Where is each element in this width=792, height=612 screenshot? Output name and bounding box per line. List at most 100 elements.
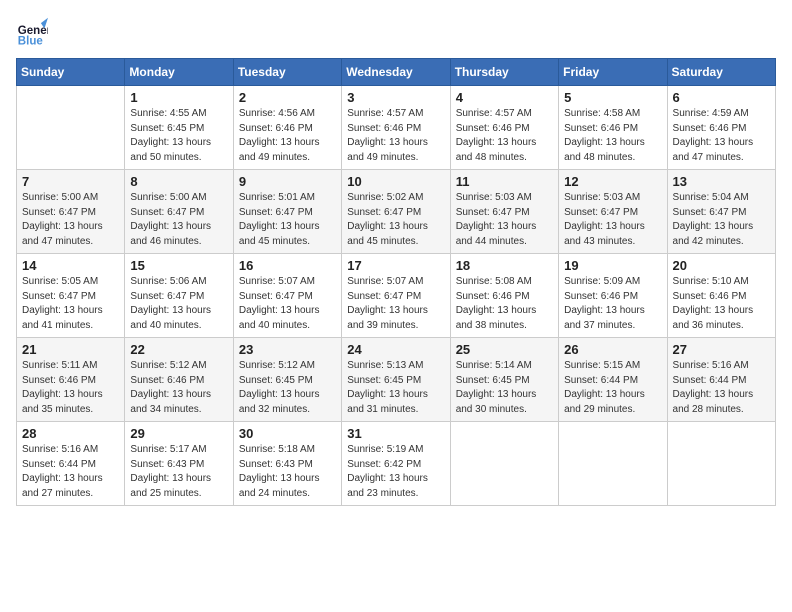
- calendar-cell: 22 Sunrise: 5:12 AM Sunset: 6:46 PM Dayli…: [125, 338, 233, 422]
- calendar-cell: 3 Sunrise: 4:57 AM Sunset: 6:46 PM Daylig…: [342, 86, 450, 170]
- calendar-week-2: 7 Sunrise: 5:00 AM Sunset: 6:47 PM Daylig…: [17, 170, 776, 254]
- calendar-cell: [17, 86, 125, 170]
- page-header: General Blue: [16, 16, 776, 48]
- svg-text:Blue: Blue: [18, 35, 44, 47]
- calendar-table: SundayMondayTuesdayWednesdayThursdayFrid…: [16, 58, 776, 506]
- calendar-cell: 29 Sunrise: 5:17 AM Sunset: 6:43 PM Dayli…: [125, 422, 233, 506]
- day-info: Sunrise: 4:57 AM Sunset: 6:46 PM Dayligh…: [347, 107, 444, 165]
- calendar-cell: 31 Sunrise: 5:19 AM Sunset: 6:42 PM Dayli…: [342, 422, 450, 506]
- day-info: Sunrise: 5:05 AM Sunset: 6:47 PM Dayligh…: [22, 275, 119, 333]
- calendar-cell: 12Sunrise: 5:03 AM Sunset: 6:47 PM Dayli…: [559, 170, 667, 254]
- day-info: Sunrise: 5:00 AM Sunset: 6:47 PM Dayligh…: [22, 191, 119, 249]
- calendar-cell: 27 Sunrise: 5:16 AM Sunset: 6:44 PM Dayli…: [667, 338, 775, 422]
- calendar-cell: 25 Sunrise: 5:14 AM Sunset: 6:45 PM Dayli…: [450, 338, 558, 422]
- calendar-cell: 4 Sunrise: 4:57 AM Sunset: 6:46 PM Daylig…: [450, 86, 558, 170]
- calendar-cell: [667, 422, 775, 506]
- weekday-header-monday: Monday: [125, 59, 233, 86]
- day-info: Sunrise: 5:16 AM Sunset: 6:44 PM Dayligh…: [673, 359, 770, 417]
- calendar-cell: [559, 422, 667, 506]
- day-info: Sunrise: 5:11 AM Sunset: 6:46 PM Dayligh…: [22, 359, 119, 417]
- calendar-cell: 14 Sunrise: 5:05 AM Sunset: 6:47 PM Dayli…: [17, 254, 125, 338]
- day-info: Sunrise: 4:55 AM Sunset: 6:45 PM Dayligh…: [130, 107, 227, 165]
- day-info: Sunrise: 5:13 AM Sunset: 6:45 PM Dayligh…: [347, 359, 444, 417]
- day-number: 22: [130, 342, 227, 357]
- day-info: Sunrise: 5:06 AM Sunset: 6:47 PM Dayligh…: [130, 275, 227, 333]
- day-number: 5: [564, 90, 661, 105]
- day-number: 8: [130, 174, 227, 189]
- day-number: 31: [347, 426, 444, 441]
- day-number: 14: [22, 258, 119, 273]
- calendar-cell: 8Sunrise: 5:00 AM Sunset: 6:47 PM Daylig…: [125, 170, 233, 254]
- calendar-cell: 26 Sunrise: 5:15 AM Sunset: 6:44 PM Dayli…: [559, 338, 667, 422]
- day-number: 4: [456, 90, 553, 105]
- calendar-cell: 16 Sunrise: 5:07 AM Sunset: 6:47 PM Dayli…: [233, 254, 341, 338]
- day-info: Sunrise: 5:04 AM Sunset: 6:47 PM Dayligh…: [673, 191, 770, 249]
- day-info: Sunrise: 5:12 AM Sunset: 6:46 PM Dayligh…: [130, 359, 227, 417]
- day-info: Sunrise: 5:03 AM Sunset: 6:47 PM Dayligh…: [564, 191, 661, 249]
- weekday-header-wednesday: Wednesday: [342, 59, 450, 86]
- day-number: 29: [130, 426, 227, 441]
- day-info: Sunrise: 4:57 AM Sunset: 6:46 PM Dayligh…: [456, 107, 553, 165]
- day-info: Sunrise: 5:02 AM Sunset: 6:47 PM Dayligh…: [347, 191, 444, 249]
- calendar-week-1: 1 Sunrise: 4:55 AM Sunset: 6:45 PM Daylig…: [17, 86, 776, 170]
- day-number: 17: [347, 258, 444, 273]
- logo-icon: General Blue: [16, 16, 48, 48]
- calendar-cell: 6 Sunrise: 4:59 AM Sunset: 6:46 PM Daylig…: [667, 86, 775, 170]
- day-info: Sunrise: 4:56 AM Sunset: 6:46 PM Dayligh…: [239, 107, 336, 165]
- calendar-cell: 28 Sunrise: 5:16 AM Sunset: 6:44 PM Dayli…: [17, 422, 125, 506]
- calendar-cell: 11Sunrise: 5:03 AM Sunset: 6:47 PM Dayli…: [450, 170, 558, 254]
- weekday-header-sunday: Sunday: [17, 59, 125, 86]
- calendar-cell: 2 Sunrise: 4:56 AM Sunset: 6:46 PM Daylig…: [233, 86, 341, 170]
- day-number: 3: [347, 90, 444, 105]
- calendar-cell: 18 Sunrise: 5:08 AM Sunset: 6:46 PM Dayli…: [450, 254, 558, 338]
- calendar-cell: [450, 422, 558, 506]
- day-number: 18: [456, 258, 553, 273]
- day-number: 27: [673, 342, 770, 357]
- calendar-cell: 10 Sunrise: 5:02 AM Sunset: 6:47 PM Dayli…: [342, 170, 450, 254]
- day-info: Sunrise: 5:08 AM Sunset: 6:46 PM Dayligh…: [456, 275, 553, 333]
- day-info: Sunrise: 5:09 AM Sunset: 6:46 PM Dayligh…: [564, 275, 661, 333]
- weekday-header-thursday: Thursday: [450, 59, 558, 86]
- day-number: 16: [239, 258, 336, 273]
- calendar-cell: 17 Sunrise: 5:07 AM Sunset: 6:47 PM Dayli…: [342, 254, 450, 338]
- day-info: Sunrise: 5:07 AM Sunset: 6:47 PM Dayligh…: [347, 275, 444, 333]
- calendar-cell: 13 Sunrise: 5:04 AM Sunset: 6:47 PM Dayli…: [667, 170, 775, 254]
- day-number: 1: [130, 90, 227, 105]
- calendar-cell: 9Sunrise: 5:01 AM Sunset: 6:47 PM Daylig…: [233, 170, 341, 254]
- day-number: 26: [564, 342, 661, 357]
- day-info: Sunrise: 5:16 AM Sunset: 6:44 PM Dayligh…: [22, 443, 119, 501]
- calendar-week-5: 28 Sunrise: 5:16 AM Sunset: 6:44 PM Dayli…: [17, 422, 776, 506]
- day-info: Sunrise: 5:07 AM Sunset: 6:47 PM Dayligh…: [239, 275, 336, 333]
- day-number: 6: [673, 90, 770, 105]
- day-number: 25: [456, 342, 553, 357]
- calendar-cell: 1 Sunrise: 4:55 AM Sunset: 6:45 PM Daylig…: [125, 86, 233, 170]
- weekday-header-saturday: Saturday: [667, 59, 775, 86]
- calendar-cell: 15Sunrise: 5:06 AM Sunset: 6:47 PM Dayli…: [125, 254, 233, 338]
- day-number: 21: [22, 342, 119, 357]
- calendar-week-4: 21 Sunrise: 5:11 AM Sunset: 6:46 PM Dayli…: [17, 338, 776, 422]
- day-number: 10: [347, 174, 444, 189]
- day-number: 2: [239, 90, 336, 105]
- calendar-header: SundayMondayTuesdayWednesdayThursdayFrid…: [17, 59, 776, 86]
- day-info: Sunrise: 5:14 AM Sunset: 6:45 PM Dayligh…: [456, 359, 553, 417]
- day-number: 24: [347, 342, 444, 357]
- calendar-week-3: 14 Sunrise: 5:05 AM Sunset: 6:47 PM Dayli…: [17, 254, 776, 338]
- day-info: Sunrise: 5:03 AM Sunset: 6:47 PM Dayligh…: [456, 191, 553, 249]
- day-info: Sunrise: 5:15 AM Sunset: 6:44 PM Dayligh…: [564, 359, 661, 417]
- calendar-cell: 7 Sunrise: 5:00 AM Sunset: 6:47 PM Daylig…: [17, 170, 125, 254]
- day-number: 13: [673, 174, 770, 189]
- day-number: 30: [239, 426, 336, 441]
- day-info: Sunrise: 4:59 AM Sunset: 6:46 PM Dayligh…: [673, 107, 770, 165]
- day-number: 9: [239, 174, 336, 189]
- day-info: Sunrise: 5:17 AM Sunset: 6:43 PM Dayligh…: [130, 443, 227, 501]
- calendar-cell: 30Sunrise: 5:18 AM Sunset: 6:43 PM Dayli…: [233, 422, 341, 506]
- day-number: 20: [673, 258, 770, 273]
- day-number: 28: [22, 426, 119, 441]
- day-number: 7: [22, 174, 119, 189]
- calendar-cell: 5Sunrise: 4:58 AM Sunset: 6:46 PM Daylig…: [559, 86, 667, 170]
- day-info: Sunrise: 5:10 AM Sunset: 6:46 PM Dayligh…: [673, 275, 770, 333]
- day-number: 23: [239, 342, 336, 357]
- day-info: Sunrise: 5:19 AM Sunset: 6:42 PM Dayligh…: [347, 443, 444, 501]
- day-number: 19: [564, 258, 661, 273]
- calendar-cell: 19 Sunrise: 5:09 AM Sunset: 6:46 PM Dayli…: [559, 254, 667, 338]
